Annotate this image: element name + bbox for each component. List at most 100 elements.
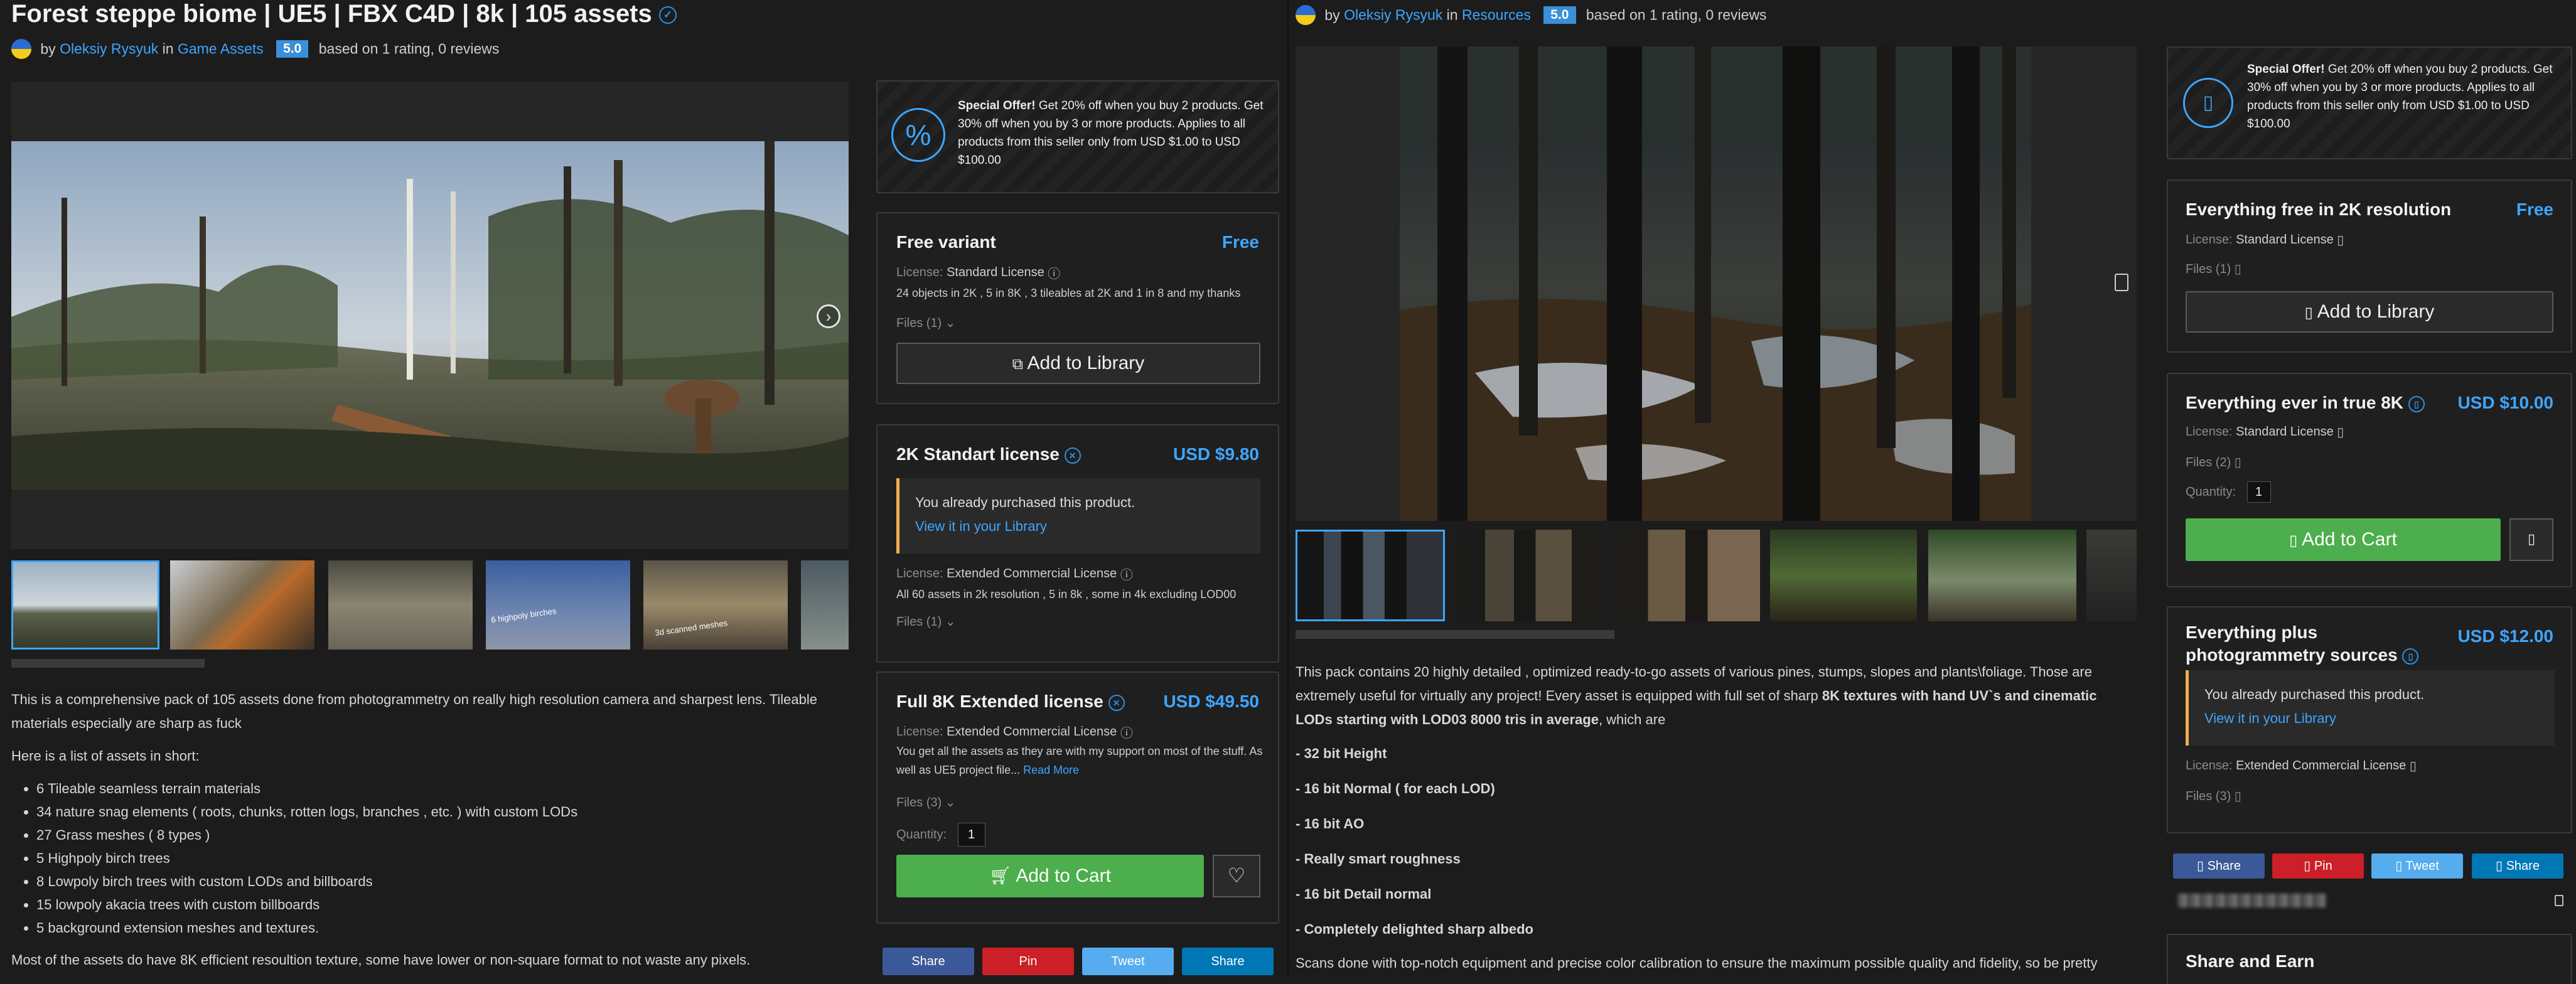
- thumbnail-scrollbar[interactable]: [1296, 630, 1614, 639]
- thumbnail[interactable]: [1611, 530, 1760, 621]
- variant-price: USD $49.50: [1163, 692, 1259, 711]
- main-product-image: [11, 141, 849, 489]
- page-title: Forest steppe biome | UE5 | FBX C4D | 8k…: [11, 0, 677, 28]
- help-icon[interactable]: ▯: [2337, 424, 2344, 440]
- verified-badge-icon: ✕: [1064, 447, 1081, 464]
- share-and-earn-title: Share and Earn: [2186, 951, 2315, 971]
- license-name: Extended Commercial License: [947, 566, 1117, 580]
- share-facebook-button[interactable]: ▯ Share: [2173, 853, 2265, 879]
- thumbnail[interactable]: 3d scanned meshes: [643, 560, 788, 650]
- verified-badge-icon: ▯: [2408, 395, 2425, 412]
- add-to-cart-button[interactable]: 🛒︎ Add to Cart: [896, 855, 1204, 897]
- license-name: Extended Commercial License: [947, 724, 1117, 739]
- variant-free: Free variant Free License: Standard Lice…: [876, 212, 1279, 404]
- share-twitter-button[interactable]: Tweet: [1082, 948, 1174, 975]
- license-label: License:: [896, 265, 943, 279]
- linkedin-icon: ▯: [2496, 859, 2503, 873]
- thumbnail[interactable]: [328, 560, 473, 650]
- files-dropdown[interactable]: Files (3) ⌄: [896, 794, 956, 810]
- purchased-notice: You already purchased this product. View…: [2186, 670, 2555, 746]
- category-link[interactable]: Resources: [1462, 7, 1531, 23]
- add-to-cart-button[interactable]: ▯ Add to Cart: [2186, 518, 2501, 561]
- copy-icon[interactable]: [2555, 895, 2563, 906]
- license-label: License:: [2186, 424, 2233, 439]
- discount-percent-icon: %: [891, 108, 945, 162]
- gallery-expand-icon[interactable]: [2115, 274, 2128, 291]
- cart-icon: 🛒︎: [989, 866, 1012, 885]
- add-to-library-button[interactable]: ▯ Add to Library: [2186, 291, 2553, 333]
- variant-price: Free: [1221, 232, 1259, 252]
- thumbnail[interactable]: [1770, 530, 1917, 621]
- description-intro: This is a comprehensive pack of 105 asse…: [11, 692, 818, 731]
- read-more-link[interactable]: Read More: [1023, 764, 1079, 776]
- share-linkedin-button[interactable]: Share: [1182, 948, 1274, 975]
- author-line: by Oleksiy Rysyuk in Game Assets 5.0 bas…: [11, 39, 499, 59]
- thumbnail[interactable]: [1456, 530, 1601, 621]
- share-pinterest-button[interactable]: ▯ Pin: [2272, 853, 2364, 879]
- variant-price: USD $9.80: [1173, 444, 1259, 464]
- license-name: Extended Commercial License: [2236, 758, 2407, 773]
- product-description: This pack contains 20 highly detailed , …: [1296, 660, 2137, 975]
- files-dropdown[interactable]: Files (2) ▯: [2186, 454, 2241, 470]
- category-link[interactable]: Game Assets: [178, 41, 264, 57]
- help-icon[interactable]: ⓘ: [1120, 565, 1133, 583]
- ukraine-flag-icon: [11, 39, 31, 59]
- list-item: 5 Highpoly birch trees: [36, 847, 849, 870]
- help-icon[interactable]: ▯: [2337, 232, 2344, 248]
- cart-icon: ▯: [2289, 532, 2298, 549]
- license-name: Standard License: [2236, 424, 2334, 439]
- main-gallery: ›: [11, 82, 849, 549]
- quantity-input[interactable]: 1: [2246, 481, 2271, 503]
- share-linkedin-button[interactable]: ▯ Share: [2472, 853, 2563, 879]
- share-pinterest-button[interactable]: Pin: [982, 948, 1074, 975]
- thumbnail[interactable]: 6 highpoly birches: [486, 560, 630, 650]
- license-label: License:: [896, 566, 943, 580]
- discount-percent-icon: ▯: [2183, 78, 2233, 128]
- view-in-library-link[interactable]: View it in your Library: [915, 518, 1047, 534]
- files-dropdown[interactable]: Files (3) ▯: [2186, 788, 2241, 804]
- files-dropdown[interactable]: Files (1) ⌄: [896, 315, 956, 331]
- thumbnail[interactable]: [801, 560, 849, 650]
- help-icon[interactable]: ⓘ: [1048, 264, 1060, 282]
- help-icon[interactable]: ▯: [2410, 758, 2417, 774]
- variant-title: Full 8K Extended license: [896, 692, 1103, 711]
- variant-free: Everything free in 2K resolution Free Li…: [2167, 179, 2572, 353]
- gallery-next-arrow[interactable]: ›: [817, 304, 840, 328]
- add-to-library-button[interactable]: ⧉ Add to Library: [896, 343, 1260, 384]
- description-outro: Most of the assets do have 8K efficient …: [11, 952, 751, 968]
- heart-icon: ♡: [1227, 864, 1246, 887]
- license-label: License:: [2186, 758, 2233, 773]
- thumbnail-caption: 3d scanned meshes: [654, 618, 728, 638]
- list-item: - Completely delighted sharp albedo: [1296, 921, 1533, 937]
- wishlist-button[interactable]: ▯: [2509, 518, 2553, 561]
- license-name: Standard License: [2236, 232, 2334, 247]
- chevron-down-icon: ⌄: [945, 615, 956, 629]
- share-facebook-button[interactable]: Share: [883, 948, 974, 975]
- author-link[interactable]: Oleksiy Rysyuk: [60, 41, 158, 57]
- thumbnail[interactable]: [11, 560, 159, 650]
- thumbnail[interactable]: [2086, 530, 2137, 621]
- verified-badge-icon: ✕: [1108, 694, 1125, 711]
- by-label: by: [40, 40, 56, 57]
- share-twitter-button[interactable]: ▯ Tweet: [2371, 853, 2463, 879]
- files-dropdown[interactable]: Files (1) ⌄: [896, 614, 956, 629]
- thumbnail[interactable]: [1296, 530, 1445, 621]
- author-link[interactable]: Oleksiy Rysyuk: [1344, 7, 1442, 23]
- thumbnail-caption: 6 highpoly birches: [490, 606, 557, 625]
- wishlist-button[interactable]: ♡: [1213, 855, 1260, 897]
- thumbnail[interactable]: [1928, 530, 2076, 621]
- heart-icon: ▯: [2527, 531, 2536, 547]
- purchased-notice: You already purchased this product. View…: [896, 478, 1260, 554]
- main-gallery: [1296, 46, 2137, 521]
- help-icon[interactable]: ⓘ: [1120, 723, 1133, 741]
- blurred-link: [2178, 894, 2326, 907]
- thumbnail[interactable]: [170, 560, 314, 650]
- variant-8k: Everything ever in true 8K ▯ USD $10.00 …: [2167, 373, 2572, 587]
- special-offer-panel: ▯ Special Offer! Get 20% off when you bu…: [2167, 46, 2572, 159]
- variant-title: 2K Standart license: [896, 444, 1060, 464]
- thumbnail-scrollbar[interactable]: [11, 659, 205, 668]
- quantity-input[interactable]: 1: [957, 823, 985, 847]
- files-dropdown[interactable]: Files (1) ▯: [2186, 261, 2241, 277]
- list-item: 27 Grass meshes ( 8 types ): [36, 823, 849, 847]
- view-in-library-link[interactable]: View it in your Library: [2204, 710, 2336, 726]
